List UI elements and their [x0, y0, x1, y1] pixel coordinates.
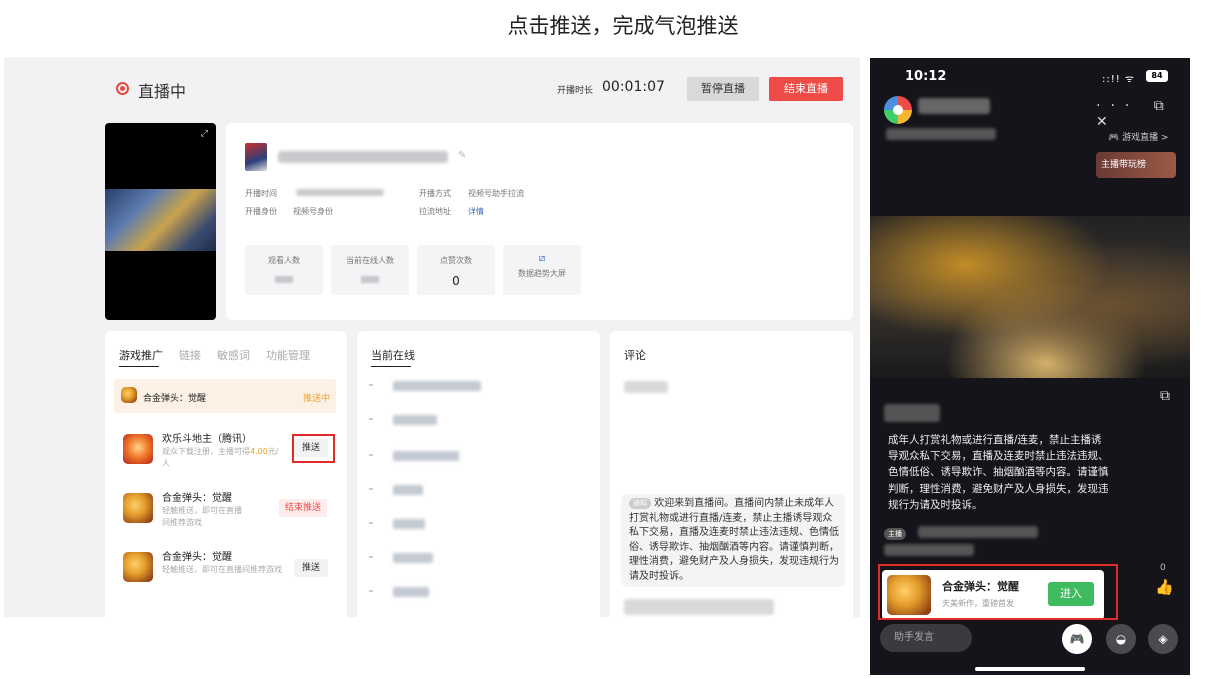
comment-blurred [624, 599, 774, 615]
promo-item-name: 合金弹头：觉醒 [162, 552, 232, 563]
promo-item-sub: 轻触推送，即可在直播间推荐游戏 [162, 506, 242, 527]
home-indicator [975, 667, 1085, 671]
comment-blurred [624, 381, 668, 393]
layers-icon[interactable]: ◈ [1148, 624, 1178, 654]
pushing-status: 推送中 [303, 394, 331, 404]
promo-item-name: 欢乐斗地主（腾讯） [162, 434, 252, 445]
live-preview[interactable]: ⤢ [105, 123, 216, 320]
tab-sensitive-words[interactable]: 敏感词 [217, 349, 250, 362]
start-time-blurred [296, 189, 384, 196]
live-console: 直播中 开播时长 00:01:07 暂停直播 结束直播 ⤢ ✎ 开播时间 开播身… [4, 57, 860, 617]
expand-icon[interactable]: ⤢ [201, 129, 208, 139]
streamer-rank-badge[interactable]: 主播带玩榜 [1096, 152, 1176, 178]
tab-game-promo[interactable]: 游戏推广 [119, 349, 163, 362]
gift-icon[interactable]: ◒ [1106, 624, 1136, 654]
stat-label: 观看人数 [268, 256, 300, 265]
method-label: 开播方式 [419, 189, 451, 198]
status-time: 10:12 [905, 69, 947, 84]
comments-header: 评论 [624, 347, 662, 363]
page-caption: 点击推送，完成气泡推送 [507, 14, 739, 38]
battery-icon: 84 [1146, 70, 1168, 82]
rules-notice: 成年人打赏礼物或进行直播/连麦，禁止主播诱导观众私下交易，直播及连麦时禁止违法违… [888, 434, 1109, 511]
promotion-tabs: 游戏推广 链接 敏感词 功能管理 [119, 347, 326, 363]
end-push-button[interactable]: 结束推送 [279, 499, 327, 517]
edit-icon[interactable]: ✎ [458, 150, 466, 161]
console-topbar: 直播中 开播时长 00:01:07 暂停直播 结束直播 [4, 57, 860, 117]
stat-label: 点赞次数 [440, 256, 472, 265]
current-promo-name: 合金弹头：觉醒 [143, 394, 207, 404]
promotion-panel: 游戏推广 链接 敏感词 功能管理 合金弹头：觉醒 推送中 欢乐斗地主（腾讯） 观众下载… [105, 331, 347, 617]
pause-live-button[interactable]: 暂停直播 [687, 77, 759, 101]
duration-value: 00:01:07 [602, 79, 665, 95]
active-tab-underline [119, 366, 159, 367]
channel-logo-icon [884, 96, 912, 124]
comments-panel: 评论 通知 欢迎来到直播间。直播间内禁止未成年人打赏礼物或进行直播/连麦，禁止主… [610, 331, 853, 617]
username-blurred [884, 404, 940, 422]
host-tag: 主播 [884, 528, 906, 540]
game-icon [123, 434, 153, 464]
online-title: 当前在线 [371, 349, 415, 362]
online-header: 当前在线 [371, 347, 431, 363]
gamepad-icon[interactable]: 🎮 [1062, 624, 1092, 654]
preview-video [105, 189, 216, 251]
online-panel: 当前在线 [357, 331, 600, 617]
phone-preview: 10:12 ::!! ᯤ 84 ··· ⧉ ✕ 🎮 游戏直播 > 主播带玩榜 ⧉… [870, 58, 1190, 675]
host-message-blurred [918, 526, 1038, 538]
game-live-link[interactable]: 🎮 游戏直播 > [1108, 130, 1168, 143]
identity-value: 视频号身份 [293, 207, 333, 216]
game-icon [123, 552, 153, 582]
duration-label: 开播时长 [557, 86, 594, 96]
game-icon [123, 493, 153, 523]
identity-label: 开播身份 [245, 207, 277, 216]
channel-name-blurred [278, 151, 448, 163]
current-promo: 合金弹头：觉醒 推送中 [114, 379, 336, 413]
message-blurred [884, 544, 974, 556]
game-icon [121, 387, 137, 403]
channel-avatar [245, 143, 267, 171]
tab-links[interactable]: 链接 [179, 349, 201, 362]
dashboard-button[interactable]: ⧄ 数据趋势大屏 [503, 245, 581, 295]
share-icon[interactable]: ⧉ [1160, 388, 1170, 404]
end-live-button[interactable]: 结束直播 [769, 77, 843, 101]
channel-info-blurred [886, 128, 996, 140]
stat-likes: 点赞次数 0 [417, 245, 495, 295]
stat-value-blurred [361, 276, 379, 283]
stat-online: 当前在线人数 [331, 245, 409, 295]
live-info-card: ✎ 开播时间 开播身份 视频号身份 开播方式 视频号助手拉流 拉流地址 详情 观… [226, 123, 853, 320]
more-float-close-icons[interactable]: ··· ⧉ ✕ [1096, 98, 1190, 130]
promo-item-sub: 轻触推送，即可在直播间推荐游戏 [162, 565, 282, 574]
stat-viewers: 观看人数 [245, 245, 323, 295]
signal-wifi-icon: ::!! ᯤ [1102, 74, 1136, 85]
promo-item-sub: 观众下载注册，主播可得4.00元/人 [162, 447, 279, 468]
chart-icon: ⧄ [538, 253, 546, 264]
assistant-comment-input[interactable]: 助手发言 [880, 624, 972, 652]
start-time-label: 开播时间 [245, 189, 277, 198]
channel-name-blurred [918, 98, 990, 114]
stream-label: 拉流地址 [419, 207, 451, 216]
live-record-icon [116, 82, 129, 95]
dashboard-label: 数据趋势大屏 [518, 269, 566, 278]
comments-title: 评论 [624, 349, 646, 362]
online-underline [371, 366, 411, 367]
system-notice: 通知 欢迎来到直播间。直播间内禁止未成年人打赏礼物或进行直播/连麦，禁止主播诱导… [621, 494, 845, 587]
notice-tag: 通知 [629, 497, 651, 509]
like-count: 0 [1160, 563, 1166, 573]
tab-function-manage[interactable]: 功能管理 [266, 349, 310, 362]
highlight-box [292, 434, 335, 463]
live-video[interactable] [870, 216, 1190, 378]
highlight-box [878, 564, 1118, 620]
stat-label: 当前在线人数 [346, 256, 394, 265]
stat-value-blurred [275, 276, 293, 283]
stat-value: 0 [452, 274, 460, 288]
stream-detail-link[interactable]: 详情 [468, 206, 484, 217]
method-value: 视频号助手拉流 [468, 189, 524, 198]
push-button[interactable]: 推送 [294, 559, 328, 577]
promo-item-name: 合金弹头：觉醒 [162, 493, 232, 504]
thumbs-up-icon[interactable]: 👍 [1155, 578, 1174, 596]
live-status: 直播中 [138, 82, 187, 101]
notice-text: 欢迎来到直播间。直播间内禁止未成年人打赏礼物或进行直播/连麦，禁止主播诱导观众私… [629, 498, 839, 582]
